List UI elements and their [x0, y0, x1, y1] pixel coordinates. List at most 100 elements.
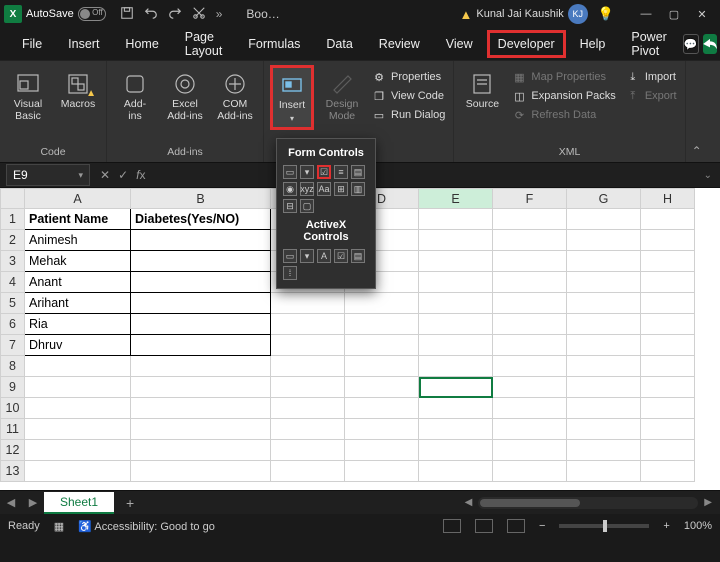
cell[interactable] — [641, 461, 695, 482]
addins-button[interactable]: Add- ins — [113, 65, 157, 128]
tab-power-pivot[interactable]: Power Pivot — [619, 22, 678, 66]
cell[interactable] — [493, 272, 567, 293]
cell[interactable] — [131, 440, 271, 461]
row-header-5[interactable]: 5 — [1, 293, 25, 314]
tab-file[interactable]: File — [10, 29, 54, 59]
cell[interactable] — [567, 419, 641, 440]
form-option-icon[interactable]: ◉ — [283, 182, 297, 196]
row-header-1[interactable]: 1 — [1, 209, 25, 230]
form-list-icon[interactable]: ▤ — [351, 165, 365, 179]
row-header-8[interactable]: 8 — [1, 356, 25, 377]
cell[interactable] — [567, 440, 641, 461]
cell[interactable] — [641, 440, 695, 461]
col-header-G[interactable]: G — [567, 189, 641, 209]
page-layout-view-button[interactable] — [475, 519, 493, 533]
cell[interactable] — [493, 419, 567, 440]
cell[interactable] — [567, 398, 641, 419]
cell[interactable]: Ria — [25, 314, 131, 335]
cell[interactable] — [271, 356, 345, 377]
cell[interactable] — [567, 272, 641, 293]
run-dialog-button[interactable]: ▭Run Dialog — [370, 107, 447, 123]
row-header-9[interactable]: 9 — [1, 377, 25, 398]
autosave-toggle[interactable]: AutoSave Off — [26, 7, 106, 21]
tab-review[interactable]: Review — [367, 29, 432, 59]
ax-button-icon[interactable]: ▭ — [283, 249, 297, 263]
cell[interactable] — [25, 419, 131, 440]
add-sheet-button[interactable]: + — [114, 495, 146, 511]
cell[interactable] — [25, 377, 131, 398]
cell[interactable] — [641, 314, 695, 335]
form-image-icon[interactable]: ▥ — [351, 182, 365, 196]
cell[interactable] — [641, 335, 695, 356]
cell[interactable] — [419, 293, 493, 314]
cell[interactable] — [641, 356, 695, 377]
row-header-10[interactable]: 10 — [1, 398, 25, 419]
col-header-B[interactable]: B — [131, 189, 271, 209]
cell[interactable] — [345, 461, 419, 482]
cell[interactable] — [345, 440, 419, 461]
cell[interactable] — [271, 377, 345, 398]
cell[interactable] — [131, 251, 271, 272]
zoom-out-button[interactable]: − — [539, 520, 545, 532]
cell[interactable] — [345, 335, 419, 356]
form-spin-icon[interactable]: ≡ — [334, 165, 348, 179]
cell[interactable] — [493, 293, 567, 314]
cell[interactable] — [419, 398, 493, 419]
form-checkbox-icon[interactable]: ☑ — [317, 165, 331, 179]
cell[interactable] — [419, 356, 493, 377]
user-name[interactable]: Kunal Jai Kaushik — [476, 8, 563, 20]
row-header-6[interactable]: 6 — [1, 314, 25, 335]
cell[interactable] — [641, 272, 695, 293]
cell[interactable] — [567, 356, 641, 377]
row-header-3[interactable]: 3 — [1, 251, 25, 272]
cell[interactable] — [345, 419, 419, 440]
cell[interactable] — [131, 230, 271, 251]
import-button[interactable]: ⤓Import — [624, 69, 679, 85]
form-button-icon[interactable]: ▭ — [283, 165, 297, 179]
enter-formula-icon[interactable]: ✓ — [118, 168, 128, 182]
select-all-corner[interactable] — [1, 189, 25, 209]
form-group-icon[interactable]: xyz — [300, 182, 314, 196]
row-header-12[interactable]: 12 — [1, 440, 25, 461]
tab-home[interactable]: Home — [113, 29, 170, 59]
save-icon[interactable] — [120, 6, 134, 23]
cell[interactable] — [131, 356, 271, 377]
cell[interactable] — [641, 377, 695, 398]
properties-button[interactable]: ⚙Properties — [370, 69, 447, 85]
cell[interactable] — [25, 356, 131, 377]
user-avatar[interactable]: KJ — [568, 4, 588, 24]
ax-textbox-icon[interactable]: A — [317, 249, 331, 263]
cut-icon[interactable] — [192, 6, 206, 23]
row-header-11[interactable]: 11 — [1, 419, 25, 440]
cell[interactable] — [419, 461, 493, 482]
cell[interactable] — [419, 440, 493, 461]
form-scrollbar-icon[interactable]: ⊞ — [334, 182, 348, 196]
cell[interactable] — [567, 377, 641, 398]
autosave-switch[interactable]: Off — [78, 7, 106, 21]
view-code-button[interactable]: ❐View Code — [370, 88, 447, 104]
col-header-H[interactable]: H — [641, 189, 695, 209]
source-button[interactable]: Source — [460, 65, 504, 117]
col-header-E[interactable]: E — [419, 189, 493, 209]
cell[interactable] — [493, 398, 567, 419]
cell[interactable] — [641, 419, 695, 440]
horizontal-scrollbar[interactable] — [478, 497, 698, 509]
cell[interactable] — [493, 356, 567, 377]
row-header-7[interactable]: 7 — [1, 335, 25, 356]
cell[interactable] — [25, 398, 131, 419]
form-combo-icon[interactable]: ▾ — [300, 165, 314, 179]
cell[interactable]: Patient Name — [25, 209, 131, 230]
cell[interactable] — [25, 440, 131, 461]
cell[interactable] — [641, 209, 695, 230]
cell[interactable] — [419, 377, 493, 398]
row-header-4[interactable]: 4 — [1, 272, 25, 293]
expand-formula-bar-icon[interactable]: ⌄ — [696, 170, 720, 181]
cell[interactable] — [567, 209, 641, 230]
redo-icon[interactable] — [168, 6, 182, 23]
design-mode-button[interactable]: Design Mode — [320, 65, 364, 128]
document-title[interactable]: Boo… — [246, 7, 279, 21]
excel-addins-button[interactable]: Excel Add-ins — [163, 65, 207, 128]
cell[interactable] — [493, 251, 567, 272]
comments-button[interactable]: 💬 — [683, 34, 699, 54]
form-textbox-icon[interactable]: ⊟ — [283, 199, 297, 213]
